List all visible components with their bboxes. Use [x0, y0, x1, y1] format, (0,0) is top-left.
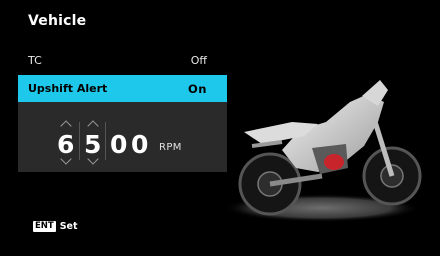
page-title: Vehicle [28, 13, 87, 29]
rpm-digit-tens: 0 [110, 130, 128, 159]
footer-action-label: Set [59, 221, 78, 232]
menu-item-label: Upshift Alert [28, 82, 108, 95]
footer-hint: ENT Set [33, 221, 78, 232]
motorcycle-image [224, 80, 422, 222]
menu-item-value: On [188, 81, 207, 96]
menu-item-tc[interactable]: TC Off [18, 47, 227, 73]
vehicle-settings-screen: Vehicle TC Off Upshift Alert On 6 5 0 0 … [0, 0, 440, 256]
digit-separator [105, 122, 106, 160]
menu-item-value: Off [190, 53, 207, 67]
digit-separator [79, 122, 80, 160]
rpm-value-editor[interactable]: 6 5 0 0 RPM [18, 102, 227, 172]
menu-item-label: TC [28, 53, 42, 67]
ent-key-badge: ENT [33, 221, 56, 232]
menu-item-upshift-alert[interactable]: Upshift Alert On [18, 75, 227, 102]
rpm-digit-ones: 0 [131, 130, 149, 159]
rpm-unit-label: RPM [159, 142, 182, 153]
